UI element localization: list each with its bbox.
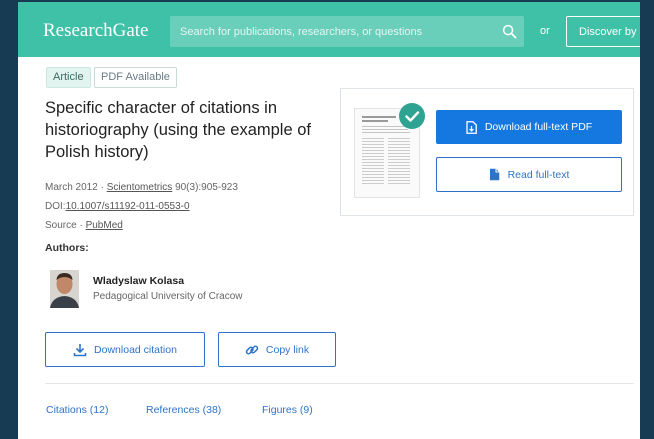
source-link[interactable]: PubMed xyxy=(86,220,123,231)
publication-date: March 2012 xyxy=(45,182,98,193)
doi-label: DOI: xyxy=(45,201,66,212)
journal-link[interactable]: Scientometrics xyxy=(107,182,173,193)
author-name[interactable]: Wladyslaw Kolasa xyxy=(93,275,184,287)
researchgate-logo[interactable]: ResearchGate xyxy=(43,20,149,42)
author-institution: Pedagogical University of Cracow xyxy=(93,291,243,302)
search-icon[interactable] xyxy=(502,24,517,39)
copy-link-button[interactable]: Copy link xyxy=(218,332,336,367)
doi-line: DOI:10.1007/s11192-011-0553-0 xyxy=(45,201,190,212)
tab-citations[interactable]: Citations (12) xyxy=(46,404,108,416)
pdf-available-badge: PDF Available xyxy=(94,67,177,88)
fulltext-card: Download full-text PDF Read full-text xyxy=(340,88,634,216)
journal-volume: 90(3):905-923 xyxy=(175,182,238,193)
checkmark-icon xyxy=(399,103,425,129)
article-type-badge: Article xyxy=(46,67,91,88)
article-title: Specific character of citations in histo… xyxy=(45,99,311,161)
or-separator: or xyxy=(540,25,550,37)
article-page: ResearchGate or Discover by s Article PD… xyxy=(18,2,640,439)
section-divider xyxy=(45,383,634,384)
download-icon xyxy=(73,343,87,356)
author-avatar[interactable] xyxy=(50,270,79,308)
search-input[interactable] xyxy=(170,16,490,47)
authors-heading: Authors: xyxy=(45,242,89,254)
publication-info: March 2012 · Scientometrics 90(3):905-92… xyxy=(45,182,238,193)
search-box[interactable] xyxy=(170,16,524,47)
read-fulltext-label: Read full-text xyxy=(507,168,570,181)
document-icon xyxy=(489,168,499,181)
download-pdf-label: Download full-text PDF xyxy=(484,121,593,133)
download-fulltext-pdf-button[interactable]: Download full-text PDF xyxy=(436,110,622,144)
download-citation-label: Download citation xyxy=(94,343,177,356)
tab-references[interactable]: References (38) xyxy=(146,404,221,416)
download-citation-button[interactable]: Download citation xyxy=(45,332,205,367)
pdf-download-icon xyxy=(466,120,477,134)
doi-link[interactable]: 10.1007/s11192-011-0553-0 xyxy=(66,201,190,212)
link-icon xyxy=(245,345,259,354)
top-navigation-bar: ResearchGate or Discover by s xyxy=(18,2,640,57)
copy-link-label: Copy link xyxy=(265,343,310,356)
read-fulltext-button[interactable]: Read full-text xyxy=(436,157,622,192)
source-line: Source · PubMed xyxy=(45,220,123,231)
tab-figures[interactable]: Figures (9) xyxy=(262,404,313,416)
source-label: Source xyxy=(45,220,77,231)
discover-button[interactable]: Discover by s xyxy=(566,16,640,47)
